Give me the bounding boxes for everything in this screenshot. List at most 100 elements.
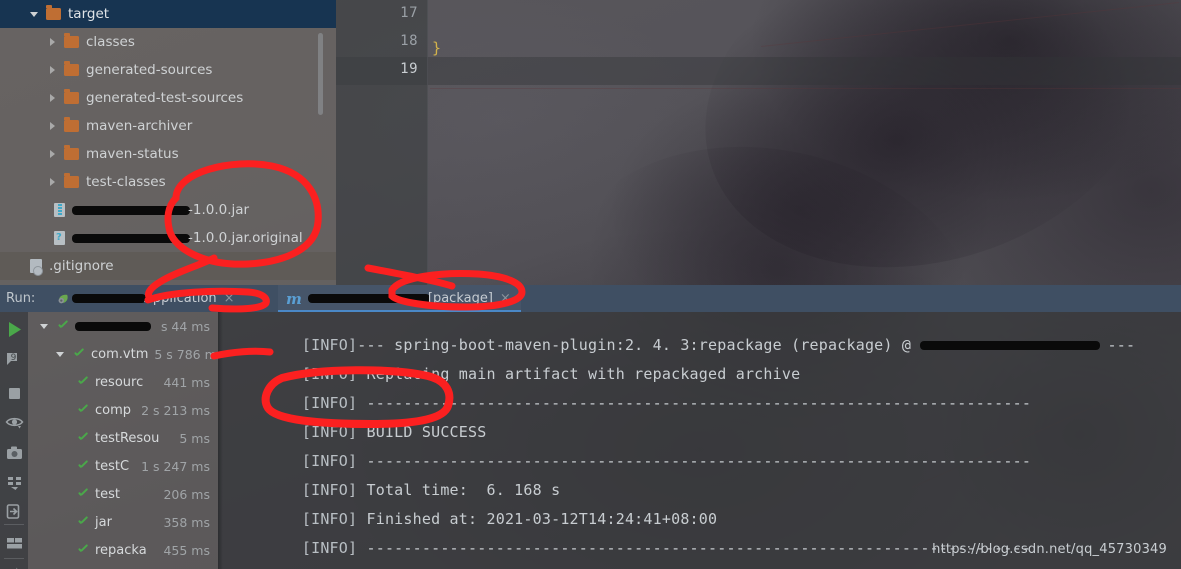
redaction-bar: [920, 341, 1101, 350]
rerun-icon[interactable]: [5, 320, 24, 339]
test-label: jar: [95, 514, 112, 530]
check-icon: [76, 432, 89, 445]
jar-file-icon: [54, 203, 65, 217]
line-number-17: 17: [400, 5, 418, 21]
chevron-right-icon[interactable]: [48, 149, 59, 160]
test-duration: 358 ms: [163, 514, 210, 530]
check-icon: [76, 404, 89, 417]
folder-icon: [64, 117, 79, 132]
chevron-down-icon[interactable]: [30, 9, 41, 20]
editor-gutter: 17 18 19: [336, 0, 428, 285]
tree-item-label: target: [68, 6, 110, 22]
folder-icon: [64, 89, 79, 104]
redaction-bar: [72, 294, 146, 303]
test-label: repacka: [95, 542, 147, 558]
test-tree-row-test-resources[interactable]: testResou 5 ms: [28, 424, 218, 452]
line-number-18: 18: [400, 33, 418, 49]
filter-hide-passed-icon[interactable]: [5, 414, 24, 433]
console-text-suffix: ---: [1098, 336, 1136, 354]
run-label: Run:: [6, 291, 36, 306]
line-number-19: 19: [400, 61, 418, 77]
tree-row-jar-original-file[interactable]: -1.0.0.jar.original: [0, 224, 336, 252]
test-duration: 206 ms: [163, 486, 210, 502]
stop-icon[interactable]: [5, 384, 24, 403]
chevron-down-icon[interactable]: [56, 349, 67, 360]
test-duration: 5 ms: [179, 430, 210, 446]
chevron-right-icon[interactable]: [48, 37, 59, 48]
toolbar-separator: [4, 524, 24, 525]
tree-item-label: classes: [86, 34, 135, 50]
console-left-shadow: [218, 312, 223, 569]
close-icon[interactable]: ×: [500, 291, 511, 306]
code-closing-brace: }: [432, 39, 442, 57]
export-snapshot-icon[interactable]: [5, 444, 24, 463]
folder-icon: [64, 61, 79, 76]
tree-row-target[interactable]: target: [0, 0, 336, 28]
project-tree-scrollbar[interactable]: [318, 33, 323, 115]
restart-icon[interactable]: [5, 474, 24, 493]
chevron-right-icon[interactable]: [48, 177, 59, 188]
tab-label: Application: [144, 291, 217, 306]
tree-item-label: maven-archiver: [86, 118, 193, 134]
test-duration: 455 ms: [163, 542, 210, 558]
maven-console-output[interactable]: [INFO]--- spring-boot-maven-plugin:2. 4.…: [218, 312, 1181, 569]
test-result-tree[interactable]: s 44 ms com.vtm 5 s 786 ms resourc 441 m…: [28, 312, 218, 569]
tab-label: [package]: [427, 291, 493, 306]
tree-item-label: maven-status: [86, 146, 179, 162]
chevron-right-icon[interactable]: [48, 121, 59, 132]
tree-item-label: -1.0.0.jar: [188, 202, 250, 218]
chevron-down-icon[interactable]: [40, 321, 51, 332]
tab-spring-application[interactable]: Application ×: [72, 285, 235, 312]
redaction-bar: [307, 294, 430, 303]
tree-item-label: generated-sources: [86, 62, 213, 78]
test-label: testC: [95, 458, 130, 474]
tree-row-generated-test-sources[interactable]: generated-test-sources: [0, 84, 336, 112]
close-icon[interactable]: ×: [224, 291, 235, 306]
test-tree-row-test[interactable]: test 206 ms: [28, 480, 218, 508]
toolbar-separator: [4, 558, 24, 559]
check-icon: [76, 516, 89, 529]
test-tree-row-resources[interactable]: resourc 441 ms: [28, 368, 218, 396]
tab-maven-package[interactable]: m [package] ×: [278, 285, 521, 312]
scroll-to-source-icon[interactable]: [5, 502, 24, 521]
test-tree-row-root[interactable]: s 44 ms: [28, 312, 218, 340]
test-label: comp: [95, 402, 132, 418]
tree-item-label: test-classes: [86, 174, 166, 190]
console-line: [INFO] ---------------------------------…: [228, 521, 1031, 569]
test-duration: 2 s 213 ms: [141, 402, 210, 418]
tree-row-jar-file[interactable]: -1.0.0.jar: [0, 196, 336, 224]
check-icon: [76, 376, 89, 389]
tree-row-maven-archiver[interactable]: maven-archiver: [0, 112, 336, 140]
folder-icon: [64, 145, 79, 160]
chevron-right-icon[interactable]: [48, 65, 59, 76]
test-duration: 441 ms: [163, 374, 210, 390]
tree-row-gitignore[interactable]: .gitignore: [0, 252, 336, 280]
test-tree-row-compile[interactable]: comp 2 s 213 ms: [28, 396, 218, 424]
test-duration: 1 s 247 ms: [141, 458, 210, 474]
chevron-right-icon[interactable]: [48, 93, 59, 104]
tree-row-classes[interactable]: classes: [0, 28, 336, 56]
spring-boot-leaf-icon: [58, 294, 68, 304]
test-tree-row-test-compile[interactable]: testC 1 s 247 ms: [28, 452, 218, 480]
layout-settings-icon[interactable]: [5, 534, 24, 553]
folder-icon: [64, 33, 79, 48]
project-tree-panel[interactable]: target classes generated-sources generat…: [0, 0, 336, 285]
check-icon: [76, 488, 89, 501]
run-tab-bar: Run: Application × m [package] ×: [0, 285, 1181, 312]
test-duration: s 44 ms: [160, 318, 210, 334]
svg-text:9: 9: [11, 353, 17, 363]
tree-row-test-classes[interactable]: test-classes: [0, 168, 336, 196]
test-tree-row-jar[interactable]: jar 358 ms: [28, 508, 218, 536]
tree-row-generated-sources[interactable]: generated-sources: [0, 56, 336, 84]
rerun-failed-tests-icon[interactable]: 9: [5, 350, 24, 369]
tree-item-label: generated-test-sources: [86, 90, 244, 106]
csdn-watermark: https://blog.csdn.net/qq_45730349: [932, 542, 1167, 557]
test-tree-row-repackage[interactable]: repacka 455 ms: [28, 536, 218, 564]
test-label: com.vtm: [91, 346, 149, 362]
test-tree-row-module[interactable]: com.vtm 5 s 786 ms: [28, 340, 218, 368]
tree-row-maven-status[interactable]: maven-status: [0, 140, 336, 168]
check-icon: [72, 348, 85, 361]
unknown-file-icon: [54, 231, 65, 245]
check-icon: [56, 320, 69, 333]
gutter-separator: [427, 0, 428, 285]
